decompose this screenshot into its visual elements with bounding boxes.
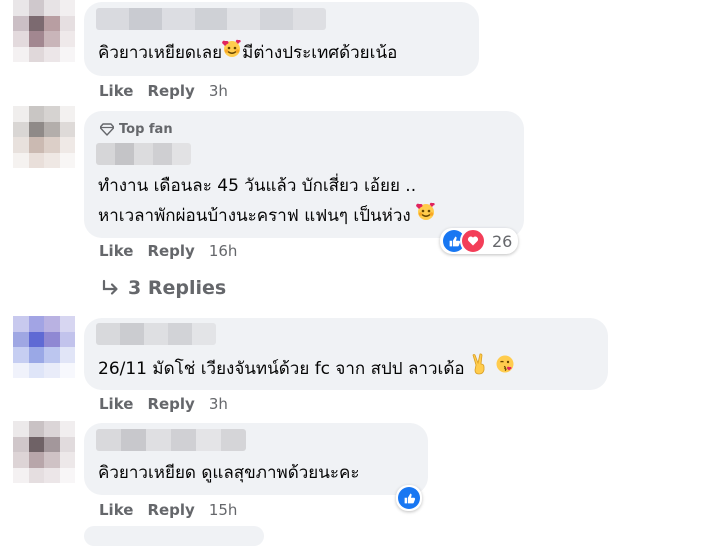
smiling-face-with-hearts-icon	[416, 201, 436, 231]
reaction-summary[interactable]	[396, 485, 422, 511]
reaction-count: 26	[492, 231, 513, 251]
love-reaction-icon	[460, 228, 486, 254]
like-button[interactable]: Like	[99, 395, 133, 413]
comment-actions: Like Reply 3h	[99, 395, 242, 413]
comment-text: คิวยาวเหยียด ดูแลสุขภาพด้วยนะคะ	[98, 463, 360, 483]
comment-actions: Like Reply 3h	[99, 82, 242, 100]
reply-arrow-icon	[102, 279, 118, 295]
comment-timestamp[interactable]: 16h	[209, 242, 238, 260]
reply-button[interactable]: Reply	[147, 242, 194, 260]
avatar[interactable]	[13, 316, 75, 378]
commenter-name[interactable]	[96, 8, 326, 30]
reply-button[interactable]: Reply	[147, 82, 194, 100]
comment-text: 26/11 มัดโช่ เวียงจันทน์ด้วย fc จาก สปป …	[98, 353, 515, 385]
comment-text: คิวยาวเหยียดเลย มีต่างประเทศด้วยเน้อ	[98, 38, 397, 68]
like-reaction-icon	[398, 487, 420, 509]
avatar[interactable]	[13, 106, 75, 168]
reaction-summary[interactable]: 26	[440, 228, 519, 254]
comment-timestamp[interactable]: 3h	[209, 82, 228, 100]
like-button[interactable]: Like	[99, 82, 133, 100]
smiling-face-with-hearts-icon	[222, 38, 242, 68]
victory-hand-icon	[470, 353, 490, 385]
avatar[interactable]	[13, 0, 75, 62]
like-button[interactable]: Like	[99, 242, 133, 260]
comment-timestamp[interactable]: 15h	[209, 501, 238, 519]
avatar[interactable]	[13, 421, 75, 483]
next-comment-bubble	[84, 526, 264, 546]
face-blowing-kiss-icon	[495, 354, 515, 384]
commenter-name[interactable]	[96, 429, 246, 451]
comment-text: ทำงาน เดือนละ 45 วันแล้ว บักเสี่ยว เอ้ยย…	[98, 171, 436, 231]
comment-timestamp[interactable]: 3h	[209, 395, 228, 413]
diamond-icon	[100, 123, 114, 136]
comment-actions: Like Reply 16h	[99, 242, 251, 260]
reply-button[interactable]: Reply	[147, 395, 194, 413]
comment-actions: Like Reply 15h	[99, 501, 251, 519]
commenter-name[interactable]	[96, 323, 216, 345]
commenter-name[interactable]	[96, 143, 191, 165]
reply-button[interactable]: Reply	[147, 501, 194, 519]
like-button[interactable]: Like	[99, 501, 133, 519]
view-replies-button[interactable]: 3 Replies	[100, 277, 226, 299]
top-fan-badge[interactable]: Top fan	[100, 122, 173, 137]
